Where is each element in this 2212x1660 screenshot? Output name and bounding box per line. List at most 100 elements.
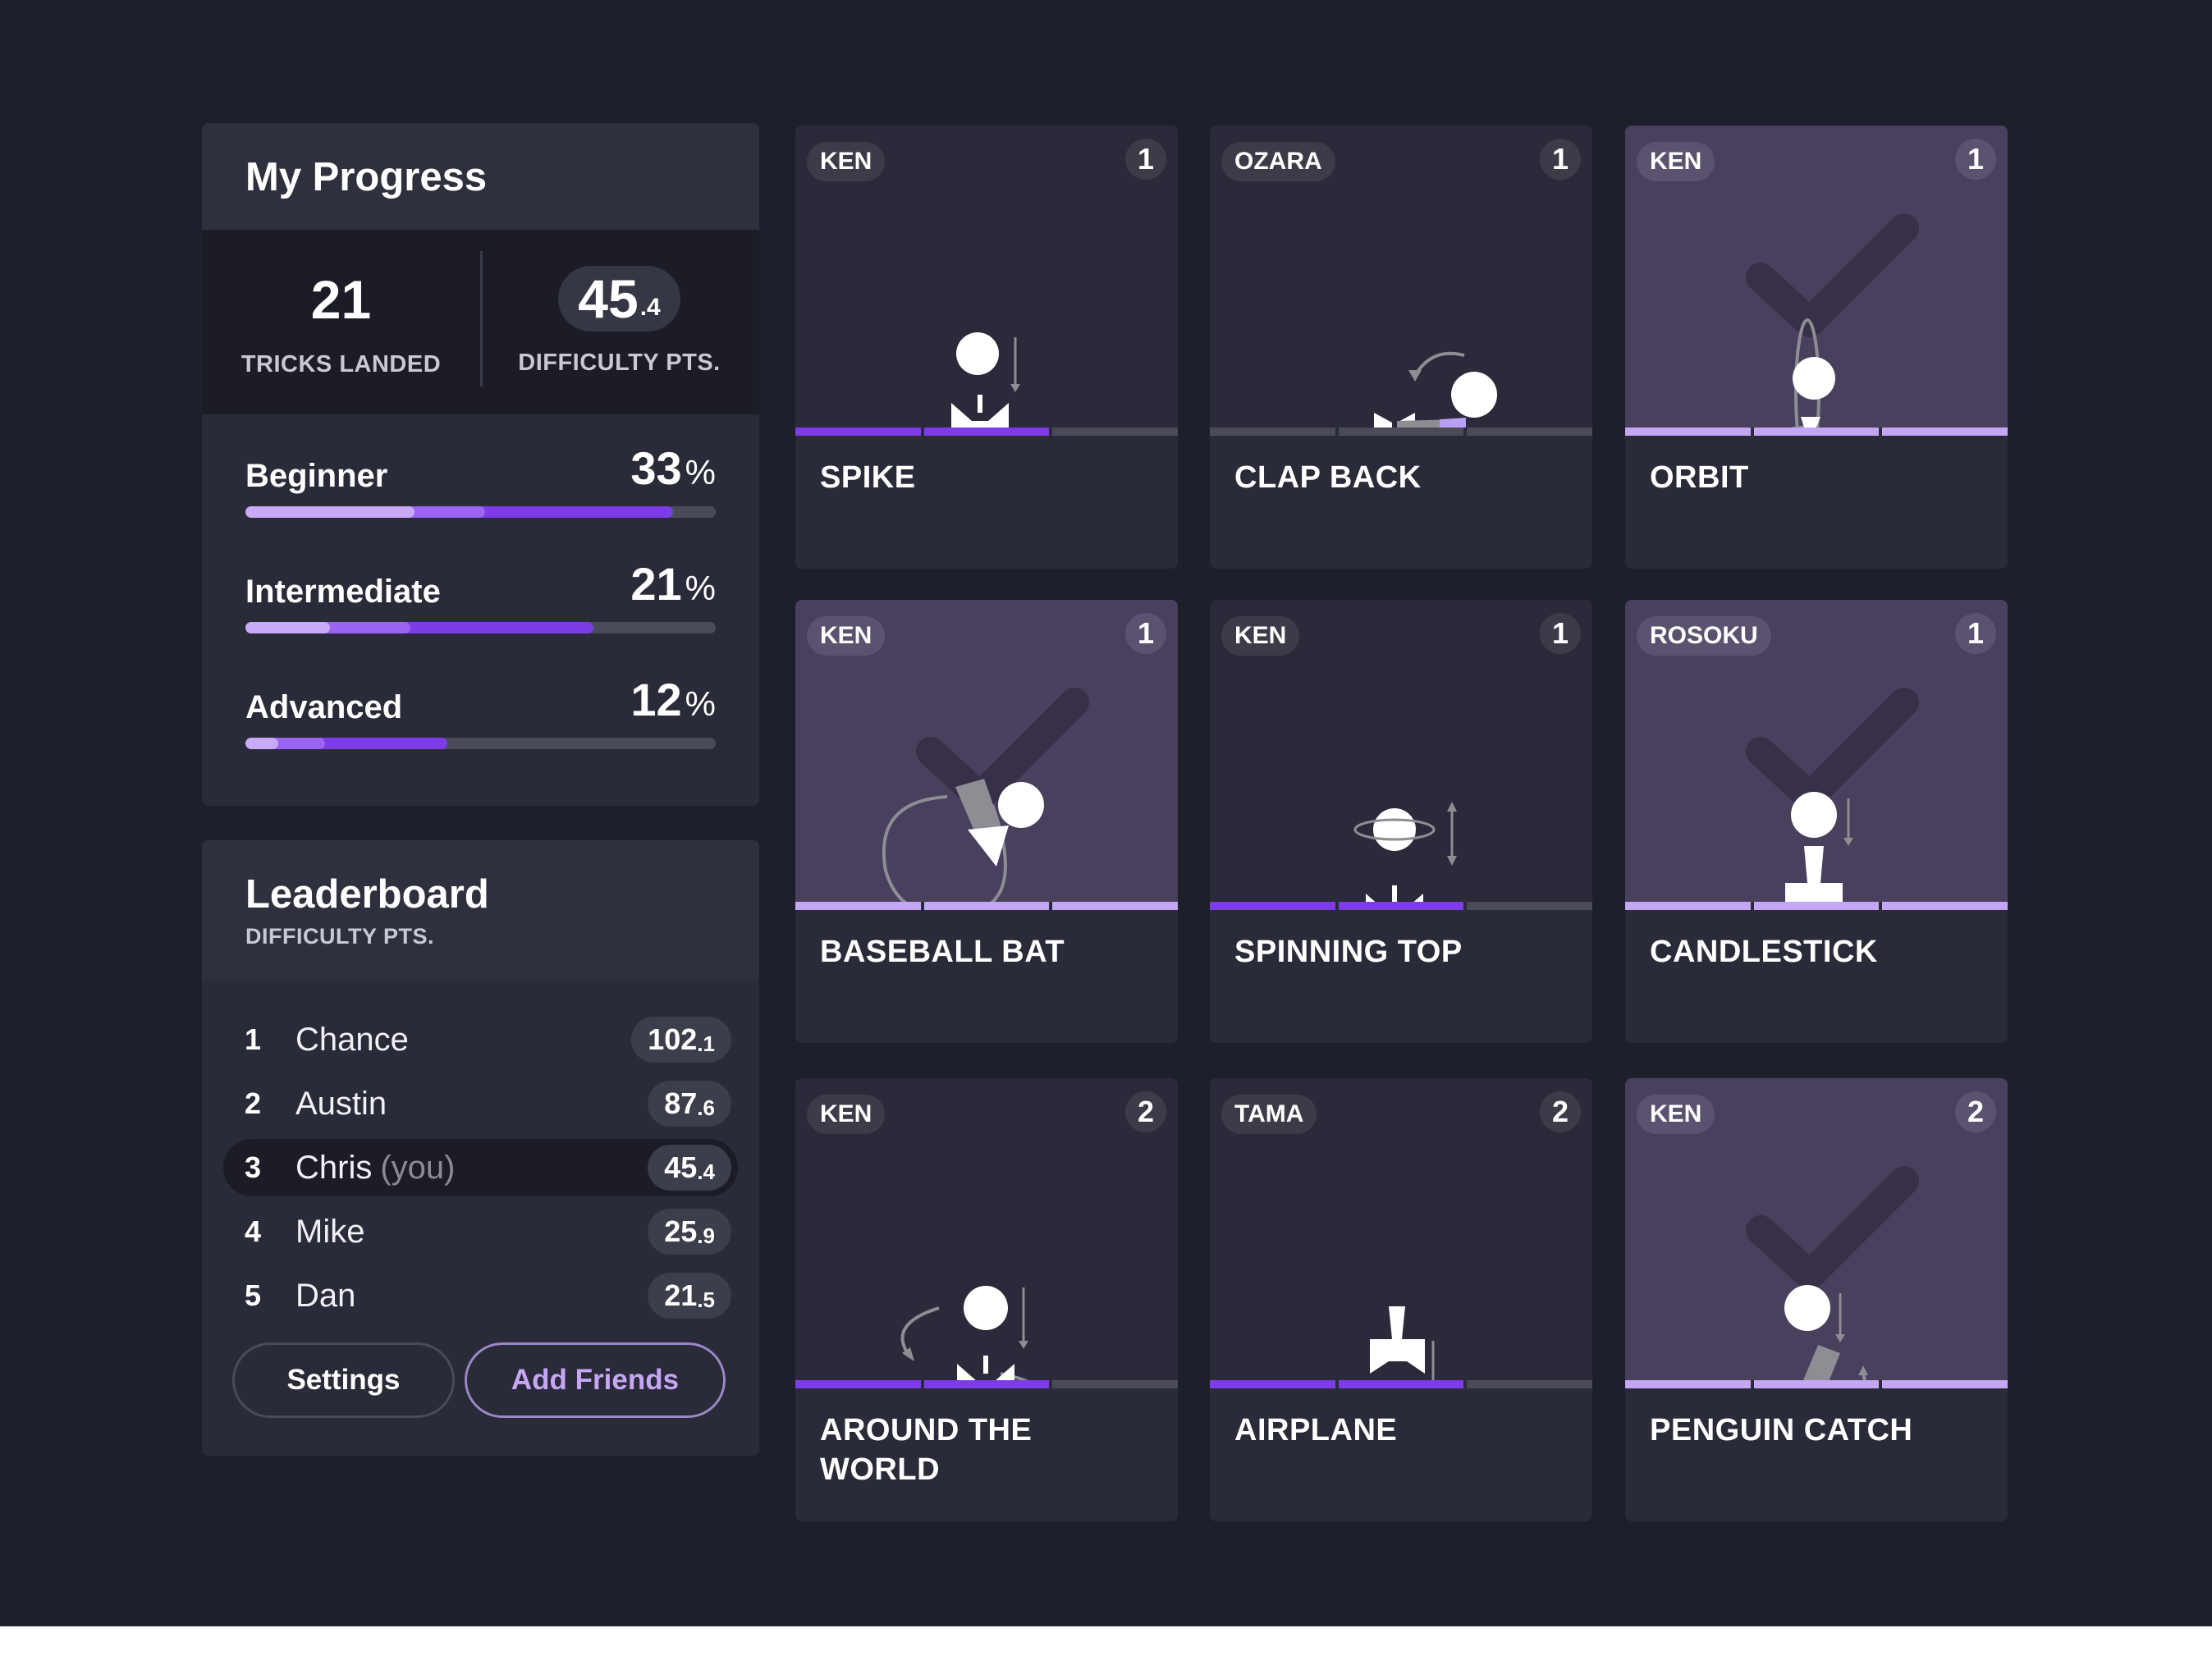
card-progress-bar (795, 1380, 1178, 1388)
card-title: SPIKE (820, 460, 916, 495)
card-tag: KEN (1637, 142, 1715, 181)
card-progress-segment (1753, 1380, 1880, 1388)
trick-card[interactable]: KEN 1 BASEBALL BAT (795, 600, 1178, 1043)
card-progress-segment (1210, 1380, 1335, 1388)
you-tag: (you) (380, 1149, 456, 1186)
card-title: AROUND THE WORLD (820, 1413, 1033, 1487)
level-bar-segment-light (245, 738, 279, 749)
level-progress-bar (245, 506, 716, 518)
card-progress-segment (1052, 1380, 1178, 1388)
leaderboard-panel: Leaderboard DIFFICULTY PTS. 1 Chance 102.1… (202, 840, 759, 1456)
card-tag: KEN (807, 1095, 886, 1134)
leaderboard-score: 87.6 (648, 1081, 731, 1127)
card-level-badge: 2 (1125, 1091, 1166, 1132)
card-progress-segment (923, 902, 1050, 910)
card-progress-segment (1467, 428, 1592, 436)
trick-card[interactable]: KEN 1 ORBIT (1625, 126, 2008, 569)
difficulty-main: 45 (578, 268, 639, 329)
add-friends-button[interactable]: Add Friends (465, 1342, 726, 1418)
score-main: 87 (664, 1086, 698, 1120)
card-title: SPINNING TOP (1234, 935, 1463, 969)
level-progress-bar (245, 738, 716, 749)
card-progress-segment (1625, 1380, 1751, 1388)
card-level-badge: 2 (1540, 1091, 1581, 1132)
leaderboard-player: Chance (295, 1022, 631, 1059)
card-title: PENGUIN CATCH (1650, 1413, 1913, 1447)
card-level-badge: 1 (1955, 139, 1996, 180)
score-main: 45 (664, 1150, 698, 1184)
card-title: CLAP BACK (1234, 460, 1422, 495)
card-tag: ROSOKU (1637, 616, 1771, 656)
card-progress-segment (1338, 428, 1464, 436)
level-name: Intermediate (245, 574, 441, 610)
tricks-landed-value: 21 (310, 269, 372, 330)
stats-row: 21 TRICKS LANDED 45.4 DIFFICULTY PTS. (202, 230, 759, 414)
level-beginner: Beginner 33% (245, 442, 716, 561)
leaderboard-rank: 4 (245, 1214, 262, 1248)
level-percent: 21% (630, 557, 716, 610)
card-level-badge: 1 (1955, 613, 1996, 654)
level-percent-sign: % (685, 569, 716, 607)
card-progress-segment (1052, 902, 1178, 910)
player-name: Mike (295, 1213, 365, 1250)
bottom-strip (0, 1626, 2212, 1660)
tricks-landed-stat: 21 TRICKS LANDED (202, 230, 480, 414)
card-progress-bar (1625, 1380, 2008, 1388)
leaderboard-list: 1 Chance 102.1 2 Austin 87.6 3 Chris (you) 45.4 4 M… (202, 980, 759, 1324)
difficulty-value: 45.4 (558, 266, 680, 332)
level-percent-value: 21 (630, 558, 682, 610)
trick-card[interactable]: KEN 2 AROUND THE WORLD (795, 1078, 1178, 1521)
card-progress-segment (795, 902, 921, 910)
leaderboard-header: Leaderboard DIFFICULTY PTS. (202, 840, 759, 980)
card-progress-bar (1210, 902, 1592, 910)
score-main: 21 (664, 1278, 698, 1312)
card-tag: KEN (807, 616, 886, 656)
card-progress-bar (1210, 1380, 1592, 1388)
card-title: AIRPLANE (1234, 1413, 1398, 1447)
level-percent-sign: % (685, 684, 716, 723)
trick-card[interactable]: KEN 2 PENGUIN CATCH (1625, 1078, 2008, 1521)
score-decimal: .1 (697, 1031, 715, 1056)
level-name: Advanced (245, 689, 403, 725)
trick-card[interactable]: OZARA 1 CLAP BACK (1210, 126, 1592, 569)
level-name: Beginner (245, 458, 388, 494)
card-progress-segment (923, 428, 1050, 436)
leaderboard-row[interactable]: 2 Austin 87.6 (223, 1075, 738, 1132)
leaderboard-row[interactable]: 4 Mike 25.9 (223, 1203, 738, 1260)
leaderboard-row[interactable]: 3 Chris (you) 45.4 (223, 1139, 738, 1196)
progress-panel: My Progress 21 TRICKS LANDED 45.4 DIFFIC… (202, 123, 759, 806)
card-level-badge: 2 (1955, 1091, 1996, 1132)
card-progress-bar (1625, 902, 2008, 910)
leaderboard-score: 25.9 (648, 1209, 731, 1255)
score-decimal: .5 (697, 1287, 715, 1312)
settings-button[interactable]: Settings (232, 1342, 455, 1418)
card-progress-segment (795, 1380, 921, 1388)
leaderboard-subtitle: DIFFICULTY PTS. (245, 924, 434, 949)
card-progress-segment (923, 1380, 1050, 1388)
leaderboard-row[interactable]: 5 Dan 21.5 (223, 1267, 738, 1324)
level-percent-value: 12 (630, 674, 682, 725)
leaderboard-rank: 1 (245, 1022, 262, 1056)
card-progress-segment (795, 428, 921, 436)
trick-card[interactable]: TAMA 2 AIRPLANE (1210, 1078, 1592, 1521)
trick-card[interactable]: KEN 1 SPINNING TOP (1210, 600, 1592, 1043)
card-progress-segment (1467, 1380, 1592, 1388)
level-bar-segment-light (245, 506, 415, 518)
trick-card[interactable]: KEN 1 SPIKE (795, 126, 1178, 569)
difficulty-label: DIFFICULTY PTS. (518, 350, 721, 376)
level-progress-bar (245, 622, 716, 633)
score-decimal: .6 (697, 1095, 715, 1120)
card-progress-bar (795, 428, 1178, 436)
trick-card[interactable]: ROSOKU 1 CANDLESTICK (1625, 600, 2008, 1043)
player-name: Chris (295, 1149, 373, 1186)
level-intermediate: Intermediate 21% (245, 558, 716, 677)
card-progress-segment (1338, 1380, 1464, 1388)
card-progress-bar (1210, 428, 1592, 436)
card-progress-segment (1882, 1380, 2008, 1388)
score-decimal: .4 (697, 1159, 715, 1184)
difficulty-decimal: .4 (639, 294, 661, 321)
card-progress-bar (1625, 428, 2008, 436)
card-tag: KEN (1221, 616, 1300, 656)
leaderboard-actions: Settings Add Friends (202, 1331, 759, 1418)
leaderboard-row[interactable]: 1 Chance 102.1 (223, 1011, 738, 1068)
